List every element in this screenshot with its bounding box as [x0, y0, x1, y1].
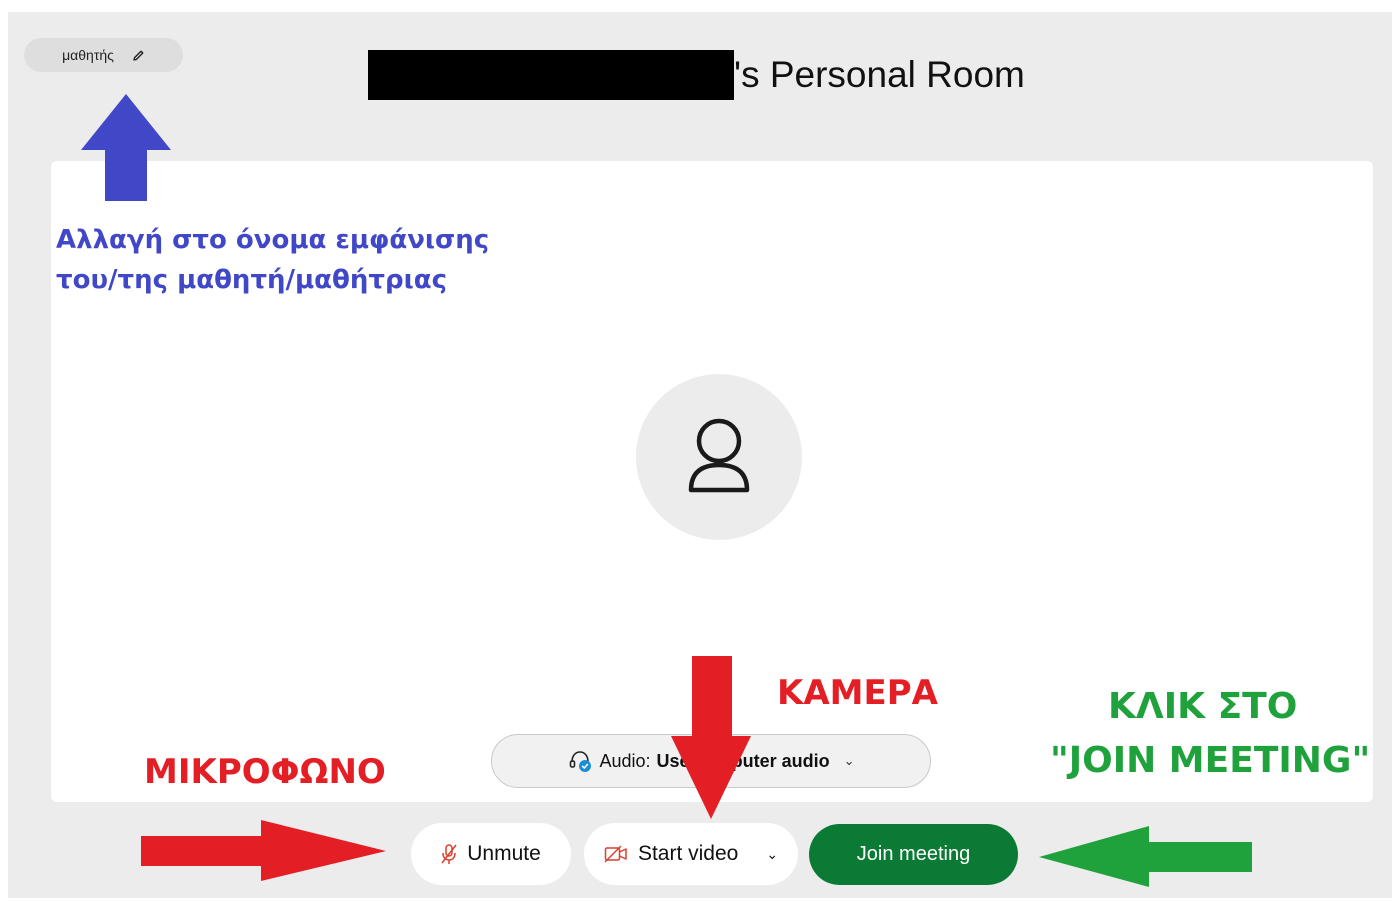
- room-title-suffix: 's Personal Room: [734, 54, 1025, 95]
- click-join-annotation-line1: ΚΛΙΚ ΣΤΟ: [1108, 686, 1298, 727]
- click-join-annotation-line2: "JOIN MEETING": [1050, 740, 1371, 781]
- red-arrow-right: [141, 820, 386, 881]
- audio-label: Audio:: [599, 750, 651, 771]
- red-arrow-down: [671, 656, 751, 819]
- name-change-line2: του/της μαθητή/μαθήτριας: [56, 265, 448, 295]
- user-icon: [688, 418, 750, 493]
- chevron-down-icon[interactable]: ⌄: [766, 846, 778, 863]
- headset-icon: [569, 751, 591, 772]
- name-change-annotation: Αλλαγή στο όνομα εμφάνισης του/της μαθητ…: [56, 220, 489, 300]
- start-video-button[interactable]: Start video ⌄: [584, 823, 798, 885]
- display-name-button[interactable]: μαθητής: [24, 38, 183, 72]
- display-name-label: μαθητής: [62, 47, 114, 63]
- redaction-box: [368, 50, 734, 100]
- name-change-line1: Αλλαγή στο όνομα εμφάνισης: [56, 225, 490, 255]
- user-avatar: [636, 374, 802, 540]
- start-video-label: Start video: [637, 842, 739, 865]
- microphone-annotation: ΜΙΚΡΟΦΩΝΟ: [144, 752, 386, 792]
- camera-annotation: ΚΑΜΕΡΑ: [777, 673, 938, 713]
- unmute-label: Unmute: [467, 842, 541, 865]
- blue-arrow-up: [81, 94, 171, 201]
- join-meeting-button[interactable]: Join meeting: [809, 824, 1018, 885]
- video-off-icon: [604, 845, 627, 863]
- pencil-icon: [132, 49, 145, 62]
- green-arrow-left: [1039, 826, 1252, 887]
- top-edge: [0, 0, 200, 12]
- join-meeting-label: Join meeting: [856, 843, 971, 865]
- unmute-button[interactable]: Unmute: [411, 823, 571, 885]
- chevron-down-icon: ⌄: [843, 753, 855, 768]
- microphone-off-icon: [441, 844, 457, 864]
